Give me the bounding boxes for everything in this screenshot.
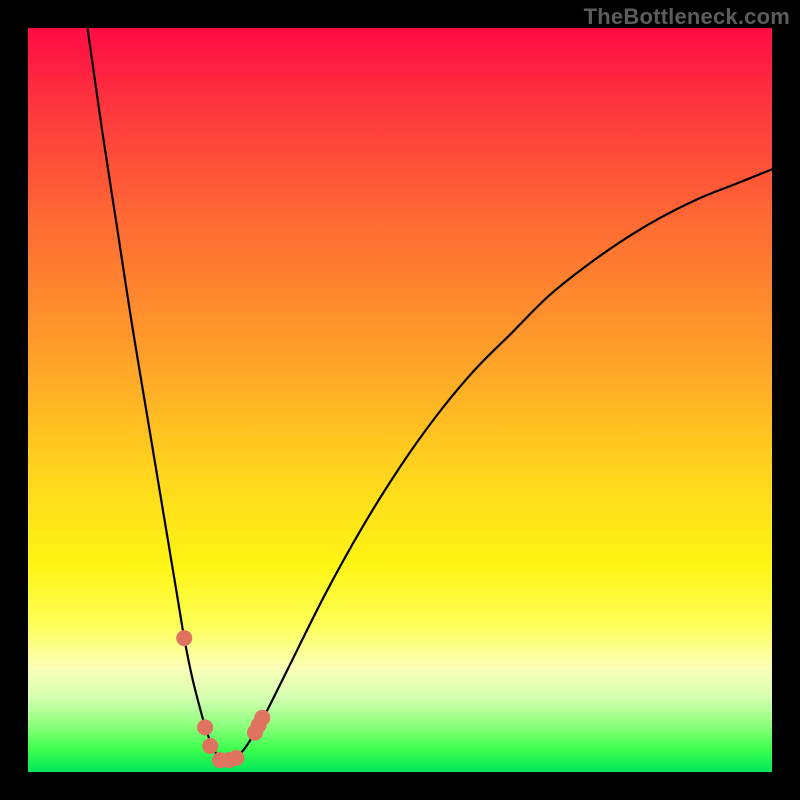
chart-frame: TheBottleneck.com bbox=[0, 0, 800, 800]
bottleneck-curve-chart bbox=[28, 28, 772, 772]
watermark-text: TheBottleneck.com bbox=[584, 4, 790, 30]
plot-area bbox=[28, 28, 772, 772]
data-marker bbox=[176, 630, 192, 646]
curve-left-branch bbox=[88, 28, 222, 761]
curve-right-branch bbox=[221, 169, 772, 760]
data-marker bbox=[254, 710, 270, 726]
data-marker bbox=[197, 719, 213, 735]
data-marker bbox=[228, 750, 244, 766]
data-marker bbox=[202, 738, 218, 754]
